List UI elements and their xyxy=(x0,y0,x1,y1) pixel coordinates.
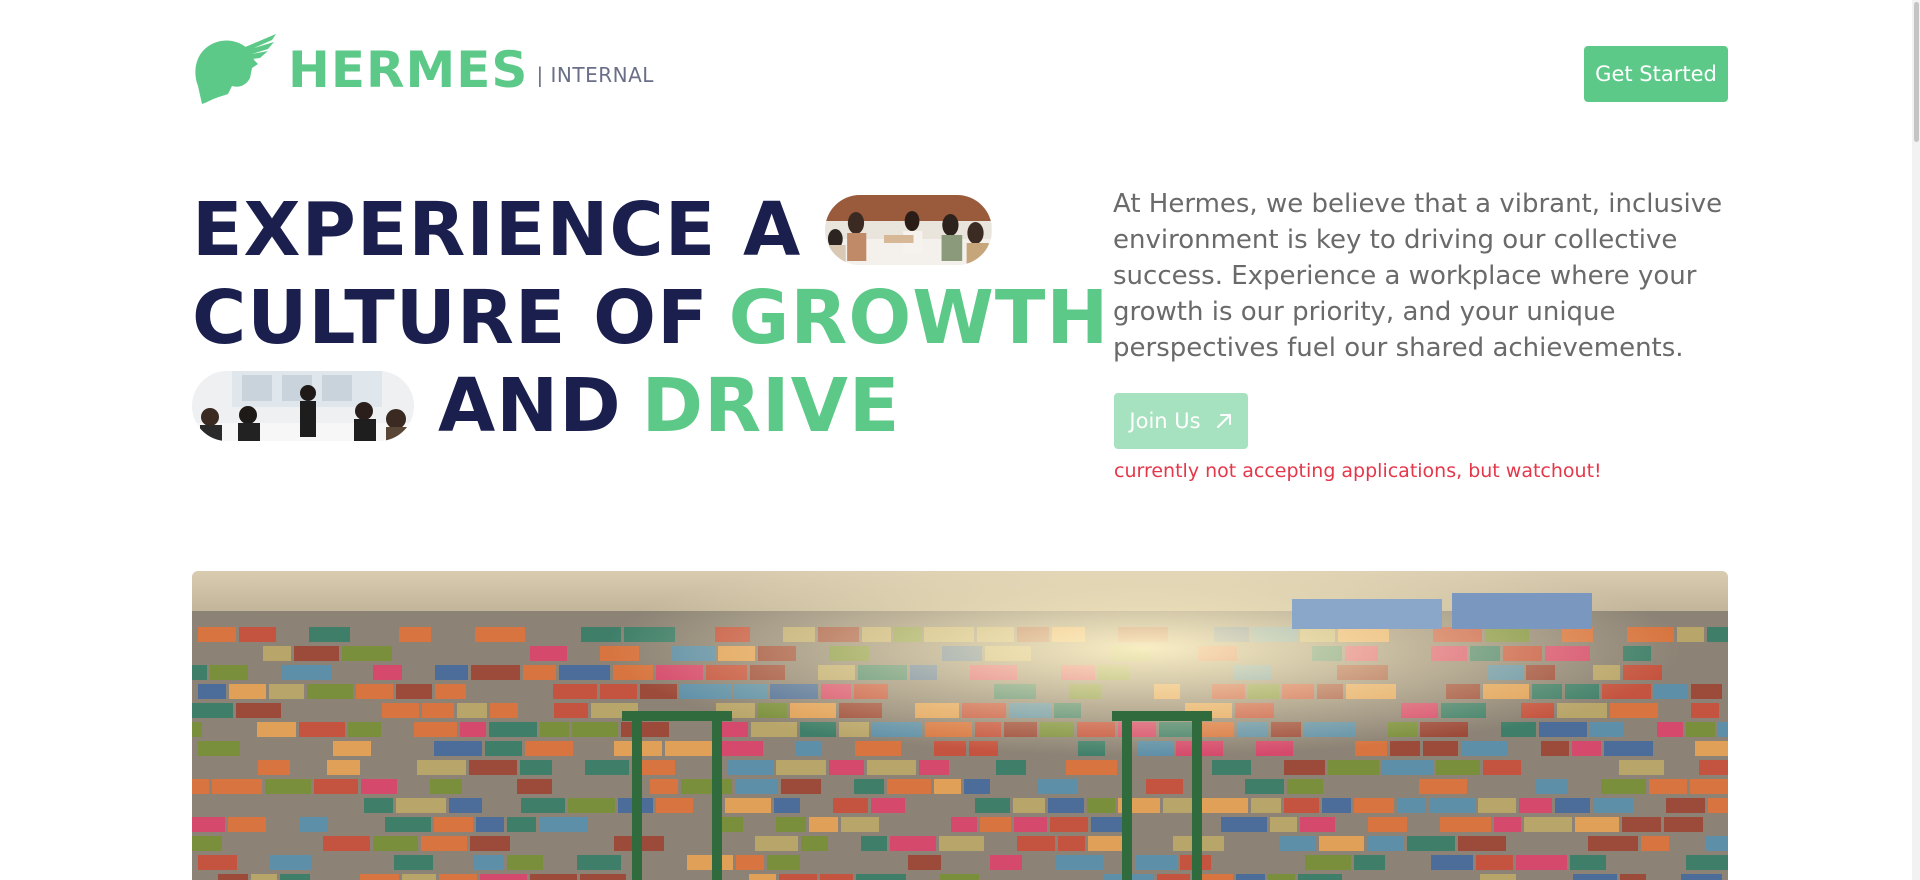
get-started-button[interactable]: Get Started xyxy=(1584,46,1728,102)
hero-intro-text: At Hermes, we believe that a vibrant, in… xyxy=(1113,189,1723,363)
headline-text-1: EXPERIENCE A xyxy=(192,187,802,273)
headline-line-1: EXPERIENCE A xyxy=(192,186,992,274)
winged-helmet-icon xyxy=(195,34,276,104)
logo-subtitle: | INTERNAL xyxy=(536,63,654,87)
page-scrollbar[interactable] xyxy=(1912,0,1920,880)
applications-notice: currently not accepting applications, bu… xyxy=(1114,460,1602,482)
arrow-up-right-icon xyxy=(1216,414,1231,428)
office-discussion-photo xyxy=(192,371,414,441)
headline-text-2: CULTURE OF xyxy=(192,275,709,361)
join-us-label: Join Us xyxy=(1129,409,1201,433)
headline-line-3: AND DRIVE xyxy=(192,362,992,450)
scrollbar-thumb[interactable] xyxy=(1914,2,1919,142)
headline-accent-drive: DRIVE xyxy=(641,363,901,449)
logo-wordmark: HERMES xyxy=(288,41,529,99)
headline-text-3: AND xyxy=(438,363,622,449)
site-header: HERMES | INTERNAL Get Started xyxy=(192,34,1728,106)
join-us-button[interactable]: Join Us xyxy=(1114,393,1248,449)
headline-accent-growth: GROWTH xyxy=(728,275,1110,361)
hero-headline: EXPERIENCE A CULTURE OF GROWTH AND DRIVE xyxy=(192,186,1108,450)
brand-logo[interactable]: HERMES | INTERNAL xyxy=(192,34,654,106)
team-meeting-photo xyxy=(825,195,992,265)
shipping-container-port-photo xyxy=(192,571,1728,880)
headline-line-2: CULTURE OF GROWTH xyxy=(192,274,1108,362)
